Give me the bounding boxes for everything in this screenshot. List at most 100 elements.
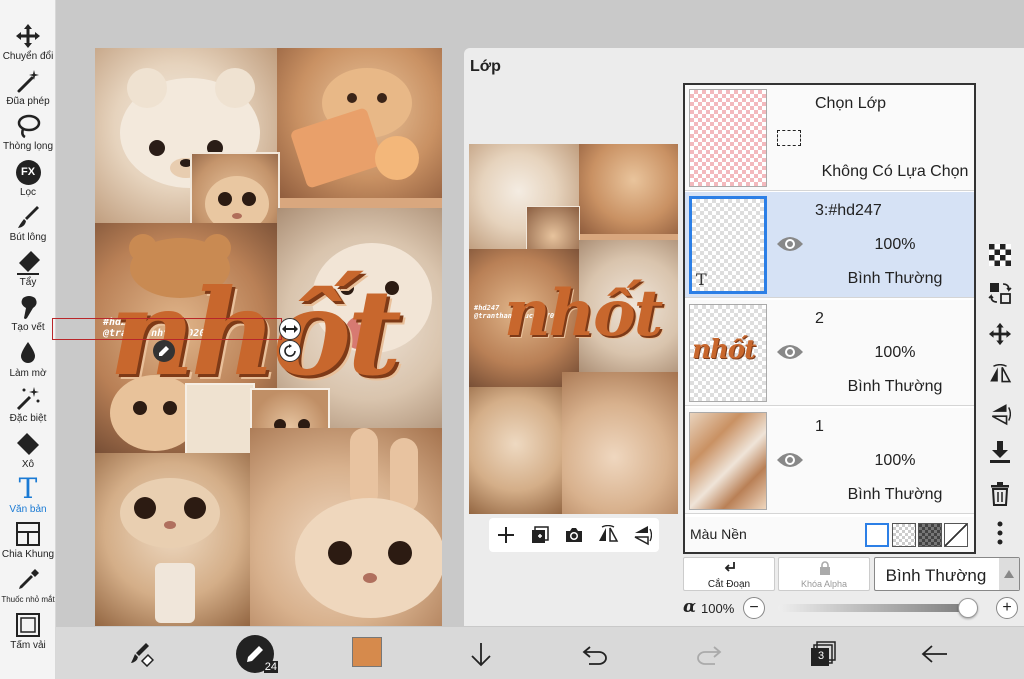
background-color-row: Màu Nền xyxy=(685,517,974,552)
checker-icon xyxy=(989,244,1011,266)
tool-smudge[interactable]: Tạo vết xyxy=(0,293,56,337)
tool-filter[interactable]: FX Lọc xyxy=(0,158,56,202)
tool-text[interactable]: T Văn bản xyxy=(0,475,56,519)
tool-frame-divider[interactable]: Chia Khung xyxy=(0,520,56,564)
alpha-decrease-button[interactable]: − xyxy=(743,597,765,619)
alpha-slider-knob[interactable] xyxy=(958,598,978,618)
back-button[interactable] xyxy=(918,637,952,671)
tool-label: Xô xyxy=(21,459,35,470)
alpha-symbol: α xyxy=(683,597,697,617)
transparency-button[interactable] xyxy=(983,238,1017,272)
tool-eyedropper[interactable]: Thuốc nhỏ mắt xyxy=(0,566,56,610)
panel-title: Lớp xyxy=(470,58,501,75)
alpha-value: 100% xyxy=(701,601,735,616)
layers-button[interactable]: 3 xyxy=(806,637,840,671)
tool-label: Tẩy xyxy=(19,277,37,288)
move-arrows-icon xyxy=(14,22,42,50)
tool-bucket[interactable]: Xô xyxy=(0,430,56,474)
background-none-option[interactable] xyxy=(944,523,968,547)
flip-vertical-button[interactable] xyxy=(629,522,655,548)
layer-visibility-toggle[interactable] xyxy=(775,232,805,256)
current-color-swatch[interactable] xyxy=(352,637,382,667)
layer-opacity: 100% xyxy=(874,452,916,469)
redo-button[interactable] xyxy=(692,637,726,671)
tool-special[interactable]: Đặc biệt xyxy=(0,384,56,428)
layer-list: Chọn Lớp Không Có Lựa Chọn T 3:#hd247 10… xyxy=(683,83,976,554)
add-layer-button[interactable] xyxy=(493,522,519,548)
background-checker-light-option[interactable] xyxy=(892,523,916,547)
undo-button[interactable] xyxy=(578,637,612,671)
undo-icon xyxy=(582,646,607,665)
lasso-icon xyxy=(14,112,42,140)
trash-icon xyxy=(991,482,1009,506)
resize-handle[interactable] xyxy=(279,318,301,340)
camera-import-button[interactable] xyxy=(561,522,587,548)
layer-opacity: 100% xyxy=(874,236,916,253)
preview-photo xyxy=(469,387,562,514)
selection-layer-row[interactable]: Chọn Lớp Không Có Lựa Chọn xyxy=(685,85,974,191)
alpha-slider[interactable] xyxy=(778,598,978,618)
background-label: Màu Nền xyxy=(690,526,747,542)
layer-visibility-toggle[interactable] xyxy=(775,340,805,364)
tool-brush[interactable]: Bút lông xyxy=(0,203,56,247)
flip-layer-vertical-button[interactable] xyxy=(983,397,1017,431)
more-options-button[interactable] xyxy=(983,516,1017,550)
tool-switch-button[interactable] xyxy=(124,637,158,671)
clipping-button[interactable]: Cắt Đoạn xyxy=(683,557,775,591)
tool-blur[interactable]: Làm mờ xyxy=(0,339,56,383)
tool-magic-wand[interactable]: Đũa phép xyxy=(0,67,56,111)
delete-layer-button[interactable] xyxy=(983,477,1017,511)
blend-mode-select[interactable]: Bình Thường xyxy=(874,557,1020,591)
layer-row-1[interactable]: 1 100% Bình Thường xyxy=(685,408,974,514)
canvas-icon xyxy=(14,611,42,639)
brush-size-button[interactable]: 24 xyxy=(236,635,278,673)
move-layer-button[interactable] xyxy=(983,317,1017,351)
duplicate-layer-button[interactable] xyxy=(527,522,553,548)
flip-layer-horizontal-button[interactable] xyxy=(983,358,1017,392)
alpha-increase-button[interactable]: + xyxy=(996,597,1018,619)
tool-eraser[interactable]: Tẩy xyxy=(0,248,56,292)
merge-down-button[interactable] xyxy=(983,435,1017,469)
duplicate-icon xyxy=(532,526,549,543)
background-checker-dark-option[interactable] xyxy=(918,523,942,547)
eye-icon xyxy=(777,453,803,467)
tool-label: Chuyển đổi xyxy=(2,51,54,62)
flip-horizontal-button[interactable] xyxy=(595,522,621,548)
horizontal-arrows-icon xyxy=(282,325,298,333)
alpha-lock-button[interactable]: Khóa Alpha xyxy=(778,557,870,591)
layer-thumbnail: T xyxy=(689,196,767,294)
tool-transform[interactable]: Chuyển đổi xyxy=(0,22,56,66)
tool-label: Tạo vết xyxy=(11,322,45,333)
plus-icon xyxy=(498,527,514,543)
layer-visibility-toggle[interactable] xyxy=(775,448,805,472)
tool-lasso[interactable]: Thòng lọng xyxy=(0,112,56,156)
preview-headline: nhốt xyxy=(504,276,663,351)
layer-blend-mode: Bình Thường xyxy=(847,378,943,395)
rotate-handle[interactable] xyxy=(279,340,301,362)
text-selection-box[interactable] xyxy=(52,318,282,340)
flip-horizontal-icon xyxy=(990,364,1012,383)
collage-photo xyxy=(250,428,442,626)
eye-icon xyxy=(777,237,803,251)
preview-photo xyxy=(562,372,678,514)
swap-icon xyxy=(988,283,1012,304)
blend-mode-arrow xyxy=(999,558,1019,590)
selection-marquee-icon xyxy=(777,130,801,146)
layer-row-3[interactable]: T 3:#hd247 100% Bình Thường xyxy=(685,192,974,298)
camera-icon xyxy=(566,528,582,542)
download-button[interactable] xyxy=(464,637,498,671)
canvas-preview[interactable]: #hd247 @tranthanhtruc020709 nhốt xyxy=(469,144,678,514)
swap-layer-button[interactable] xyxy=(983,276,1017,310)
bucket-icon xyxy=(14,430,42,458)
blend-mode-value: Bình Thường xyxy=(885,566,987,585)
background-white-option[interactable] xyxy=(865,523,889,547)
alpha-row: α 100% − + xyxy=(683,596,1023,620)
tool-canvas[interactable]: Tấm vải xyxy=(0,611,56,655)
arrow-down-icon xyxy=(471,643,491,667)
edit-pencil-handle[interactable] xyxy=(153,340,175,362)
blur-drop-icon xyxy=(14,339,42,367)
layer-row-2[interactable]: nhốt 2 100% Bình Thường xyxy=(685,300,974,406)
alpha-lock-label: Khóa Alpha xyxy=(800,579,848,589)
brush-eraser-swap-icon xyxy=(131,643,154,667)
arrow-left-icon xyxy=(921,645,947,663)
